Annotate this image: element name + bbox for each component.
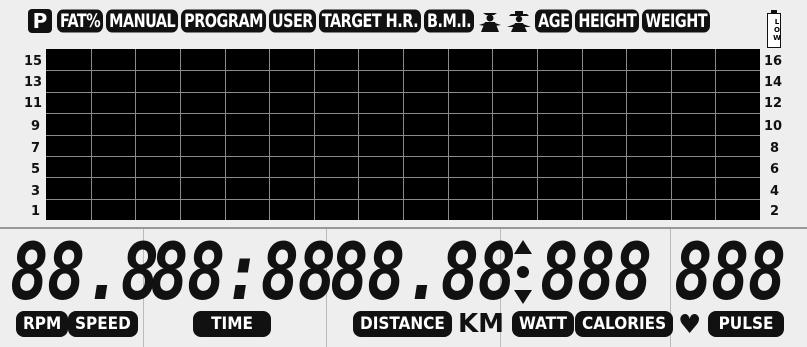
y-left-5: 5 [31,162,41,177]
bmi-badge[interactable]: B.M.I. [424,9,475,33]
y-right-4: 4 [770,184,780,199]
time-label[interactable]: TIME [193,311,271,337]
calories-label[interactable]: CALORIES [575,311,674,337]
rpm-label[interactable]: RPM [16,311,69,337]
manual-badge[interactable]: MANUAL [106,9,179,33]
y-left-15: 15 [24,54,43,69]
y-left-3: 3 [31,184,41,199]
y-left-1: 1 [31,204,41,219]
heart-icon: ♥ [678,310,702,340]
rpm-speed-display: 88.8 [10,228,159,318]
y-left-9: 9 [31,119,41,134]
y-right-6: 6 [770,162,780,177]
pulse-display: 888 [674,228,786,318]
pulse-label[interactable]: PULSE [708,311,784,337]
program-p-icon: P [28,9,52,33]
distance-label[interactable]: DISTANCE [353,311,452,337]
y-right-14: 14 [764,75,783,90]
user-badge[interactable]: USER [268,9,316,33]
age-badge[interactable]: AGE [535,9,573,33]
km-unit: KM [458,309,505,339]
height-badge[interactable]: HEIGHT [575,9,640,33]
y-right-16: 16 [764,54,783,69]
mode-bar: P FAT% MANUAL PROGRAM USER TARGET H.R. B… [28,6,711,36]
female-user-icon[interactable] [477,9,503,33]
weight-badge[interactable]: WEIGHT [642,9,711,33]
time-display: 88:88 [150,228,336,318]
fat-badge[interactable]: FAT% [57,9,104,33]
grid-lines [46,49,760,220]
y-left-11: 11 [24,96,43,111]
distance-display: 88.88 [330,228,516,318]
battery-low-icon: LOW [767,10,781,48]
y-right-12: 12 [764,96,783,111]
target-hr-badge[interactable]: TARGET H.R. [318,9,422,33]
y-right-2: 2 [770,204,780,219]
watt-calories-display: 888 [540,228,652,318]
male-user-icon[interactable] [506,9,532,33]
up-down-indicator-icon [514,240,532,304]
y-left-13: 13 [24,75,43,90]
battery-low-label: LOW [773,18,781,42]
program-badge[interactable]: PROGRAM [181,9,266,33]
program-profile-grid [46,49,760,220]
y-left-7: 7 [31,141,41,156]
y-right-10: 10 [764,119,783,134]
y-right-8: 8 [770,141,780,156]
watt-label[interactable]: WATT [512,311,574,337]
speed-label[interactable]: SPEED [68,311,138,337]
